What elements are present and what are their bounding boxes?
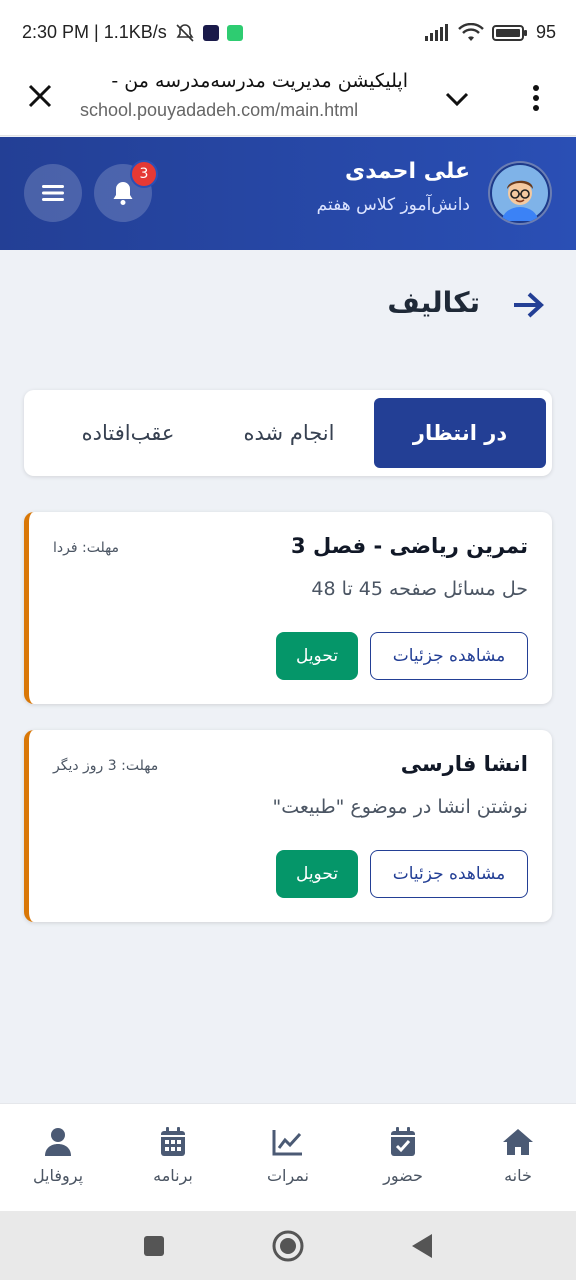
assignment-deadline: مهلت: 3 روز دیگر [53, 758, 159, 774]
nav-item-profile[interactable]: پروفایل [13, 1126, 103, 1185]
nav-label-grades: نمرات [266, 1166, 310, 1185]
status-right: 95 [424, 22, 556, 43]
user-icon [45, 1128, 71, 1156]
battery-percent: 95 [535, 22, 556, 42]
home-icon [503, 1129, 533, 1155]
nav-label-schedule: برنامه [153, 1166, 193, 1185]
hamburger-icon [42, 185, 64, 201]
battery-icon [491, 24, 527, 41]
nav-item-attendance[interactable]: حضور [358, 1126, 448, 1185]
menu-button[interactable] [24, 164, 82, 222]
status-time: 2:30 PM | 1.1KB/s [22, 22, 167, 42]
system-nav-bar [0, 1211, 576, 1280]
user-name: علی احمدی [345, 159, 470, 184]
view-details-button[interactable]: مشاهده جزئیات [370, 632, 528, 680]
user-role: دانش‌آموز کلاس هفتم [316, 195, 470, 215]
calendar-check-icon [391, 1127, 415, 1156]
more-vertical-icon[interactable] [524, 80, 548, 116]
app-header: 3 علی احمدی دانش‌آموز کلاس هفتم [0, 137, 576, 250]
assignment-card: انشا فارسی مهلت: 3 روز دیگر نوشتن انشا د… [24, 730, 552, 922]
chevron-down-icon[interactable] [440, 82, 474, 116]
app-notification-icon [202, 24, 219, 41]
browser-bar: اپلیکیشن مدیریت مدرسه‌مدرسه من - school.… [0, 64, 576, 136]
submit-button[interactable]: تحویل [276, 850, 358, 898]
avatar[interactable] [488, 161, 552, 225]
avatar-illustration [492, 165, 548, 221]
view-details-button[interactable]: مشاهده جزئیات [370, 850, 528, 898]
assignment-description: حل مسائل صفحه 45 تا 48 [311, 578, 528, 600]
tab-pending[interactable]: در انتظار [374, 398, 546, 468]
browser-page-title: اپلیکیشن مدیریت مدرسه‌مدرسه من - [111, 70, 408, 92]
muted-bell-icon [176, 23, 194, 42]
nav-label-attendance: حضور [383, 1166, 423, 1185]
back-arrow-icon[interactable] [510, 290, 546, 320]
browser-url[interactable]: school.pouyadadeh.com/main.html [80, 100, 358, 121]
tab-done[interactable]: انجام شده [214, 398, 364, 468]
assignment-tabs: در انتظار انجام شده عقب‌افتاده [24, 390, 552, 476]
chart-line-icon [272, 1130, 302, 1156]
assignment-description: نوشتن انشا در موضوع "طبیعت" [272, 796, 529, 818]
close-icon[interactable] [24, 80, 56, 112]
notification-badge: 3 [130, 160, 158, 188]
bell-icon [113, 182, 133, 205]
assignment-card: تمرین ریاضی - فصل 3 مهلت: فردا حل مسائل … [24, 512, 552, 704]
nav-item-grades[interactable]: نمرات [243, 1126, 333, 1185]
assignment-deadline: مهلت: فردا [53, 540, 120, 556]
submit-button[interactable]: تحویل [276, 632, 358, 680]
nav-label-profile: پروفایل [32, 1166, 84, 1185]
back-triangle-icon[interactable] [410, 1232, 434, 1260]
signal-icon [424, 23, 448, 41]
calendar-icon [161, 1127, 185, 1156]
status-left: 2:30 PM | 1.1KB/s [22, 22, 243, 43]
assignment-title: تمرین ریاضی - فصل 3 [291, 534, 528, 558]
status-bar: 2:30 PM | 1.1KB/s 95 [0, 0, 576, 64]
nav-item-schedule[interactable]: برنامه [128, 1126, 218, 1185]
tab-overdue[interactable]: عقب‌افتاده [48, 398, 208, 468]
wifi-icon [458, 22, 484, 41]
app-notification-icon-2 [226, 24, 243, 41]
recents-icon[interactable] [143, 1235, 165, 1257]
page-title: تکالیف [387, 286, 480, 319]
home-circle-icon[interactable] [271, 1229, 305, 1263]
assignment-title: انشا فارسی [400, 752, 528, 776]
notifications-button[interactable]: 3 [94, 160, 158, 222]
nav-label-home: خانه [504, 1166, 532, 1185]
nav-item-home[interactable]: خانه [473, 1126, 563, 1185]
bottom-nav: خانه حضور نمرات برنامه پروفایل [0, 1103, 576, 1211]
